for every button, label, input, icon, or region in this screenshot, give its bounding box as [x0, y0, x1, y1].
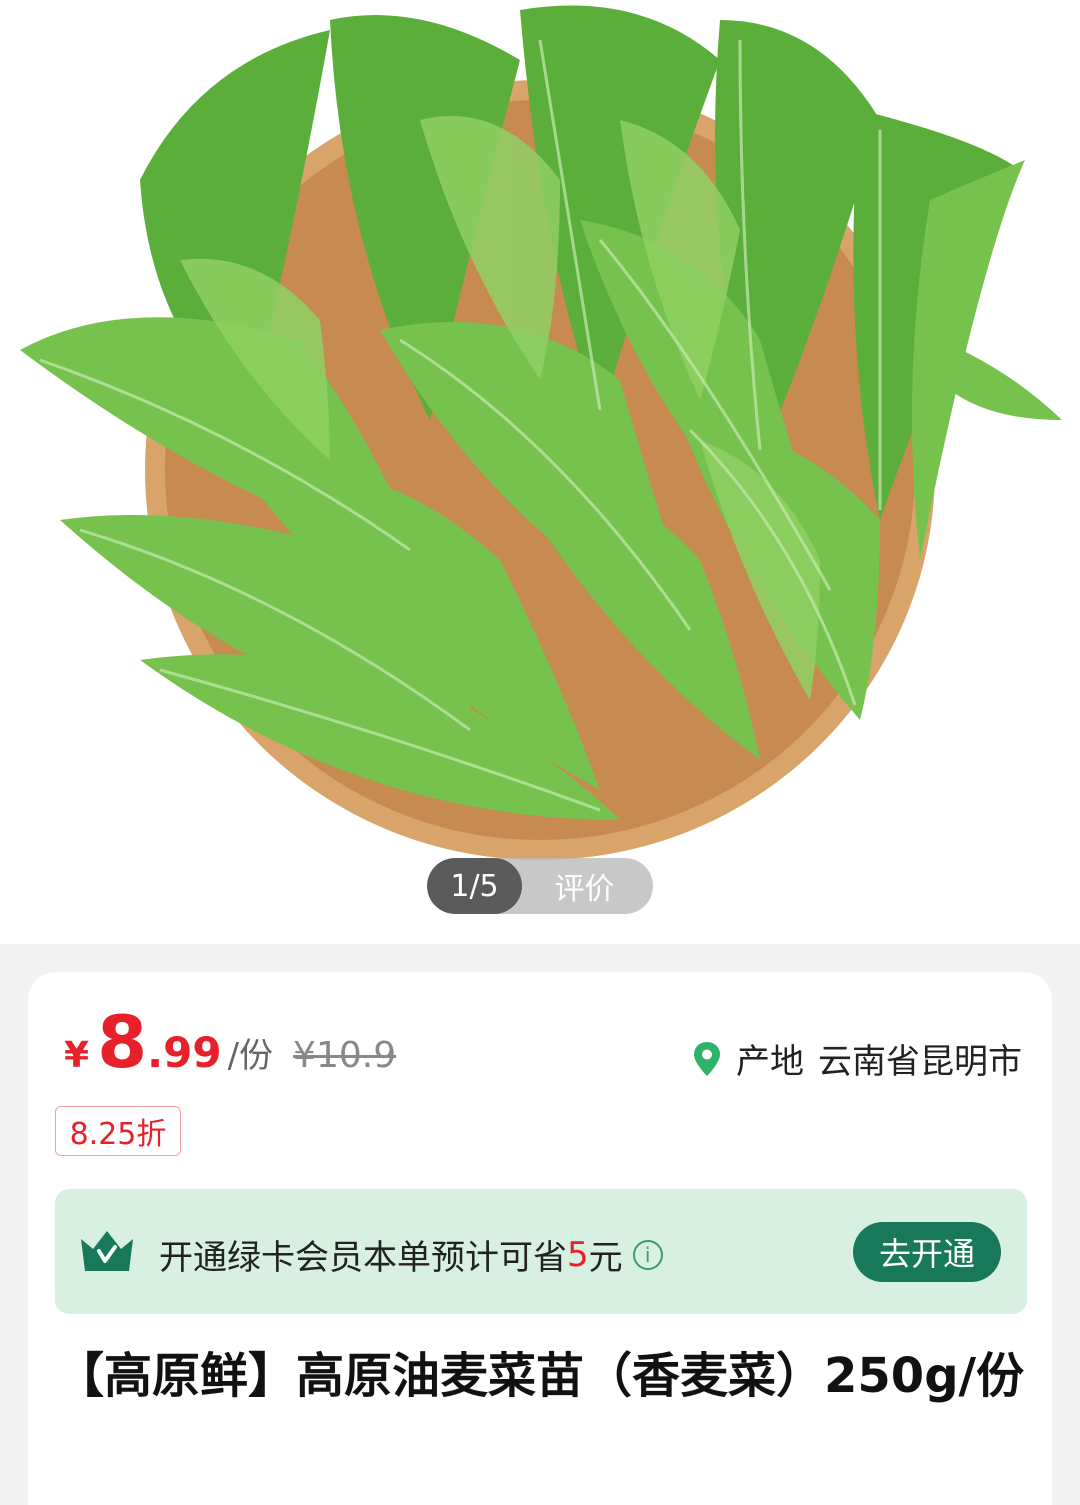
membership-saving-amount: 5 [567, 1234, 589, 1275]
product-image-gallery[interactable]: 1/5 评价 [0, 0, 1080, 944]
original-price: ¥10.9 [293, 1035, 397, 1076]
origin-value: 云南省昆明市 [818, 1042, 1022, 1082]
membership-text-suffix: 元 [588, 1238, 623, 1278]
open-membership-button[interactable]: 去开通 [853, 1222, 1001, 1282]
membership-banner[interactable]: 开通绿卡会员本单预计可省 5 元 i 去开通 [55, 1189, 1027, 1314]
membership-text: 开通绿卡会员本单预计可省 5 元 i [159, 1230, 663, 1279]
crown-icon [81, 1231, 133, 1271]
product-info-card: ¥ 8 .99 /份 ¥10.9 产地 云南省昆明市 8.25折 开通绿卡会员本… [28, 972, 1052, 1505]
product-detail-page: 1/5 评价 ¥ 8 .99 /份 ¥10.9 产地 云南省昆明市 8.25折 [0, 0, 1080, 1505]
image-counter: 1/5 [427, 858, 522, 914]
price-integer: 8 [97, 1000, 148, 1084]
origin-label: 产地 [736, 1042, 804, 1082]
product-image [20, 5, 1062, 860]
price-decimal: .99 [147, 1028, 222, 1077]
currency-symbol: ¥ [64, 1035, 90, 1076]
location-pin-icon [694, 1041, 720, 1076]
price-unit: /份 [227, 1036, 274, 1076]
discount-badge: 8.25折 [55, 1106, 181, 1156]
info-icon[interactable]: i [632, 1239, 663, 1270]
membership-text-prefix: 开通绿卡会员本单预计可省 [159, 1238, 567, 1278]
price-row: ¥ 8 .99 /份 ¥10.9 [64, 1006, 396, 1078]
origin-info: 产地 云南省昆明市 [692, 1034, 1022, 1083]
image-pager[interactable]: 1/5 评价 [427, 858, 653, 914]
product-title: 【高原鲜】高原油麦菜苗（香麦菜）250g/份 [56, 1348, 1025, 1404]
review-tab[interactable]: 评价 [522, 864, 653, 908]
